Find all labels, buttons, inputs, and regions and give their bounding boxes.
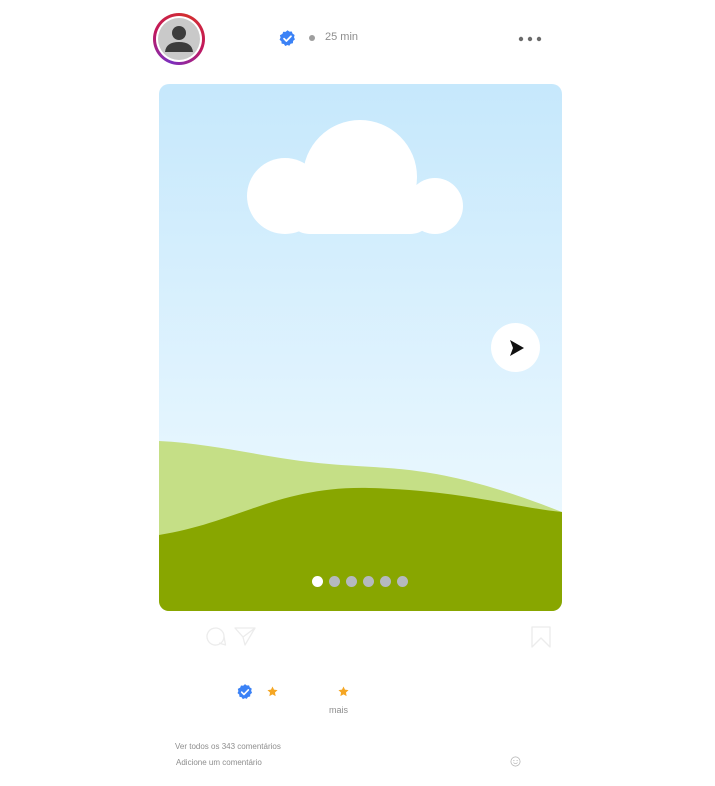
instagram-post: 25 min mais Ver todos os 343 comentários… — [0, 0, 715, 786]
more-link[interactable]: mais — [329, 705, 348, 715]
verified-badge-icon — [237, 684, 253, 700]
comment-icon[interactable] — [204, 625, 228, 649]
star-icon — [338, 686, 349, 697]
separator-dot — [309, 35, 315, 41]
carousel-dot[interactable] — [312, 576, 323, 587]
view-all-comments-link[interactable]: Ver todos os 343 comentários — [175, 742, 281, 751]
star-icon — [267, 686, 278, 697]
carousel-indicator — [312, 576, 408, 587]
more-options-icon[interactable] — [518, 32, 542, 46]
post-time: 25 min — [325, 31, 359, 43]
emoji-icon[interactable] — [510, 756, 521, 767]
carousel-dot[interactable] — [363, 576, 374, 587]
next-arrow-icon — [509, 339, 524, 356]
carousel-dot[interactable] — [346, 576, 357, 587]
carousel-dot[interactable] — [380, 576, 391, 587]
carousel-dot[interactable] — [397, 576, 408, 587]
add-comment-input[interactable]: Adicione um comentário — [176, 758, 262, 767]
bookmark-icon[interactable] — [529, 625, 553, 649]
next-slide-button[interactable] — [491, 323, 540, 372]
carousel-dot[interactable] — [329, 576, 340, 587]
verified-badge-icon — [279, 30, 295, 47]
user-avatar-icon — [158, 18, 200, 60]
share-icon[interactable] — [233, 625, 257, 649]
avatar[interactable] — [153, 13, 205, 65]
